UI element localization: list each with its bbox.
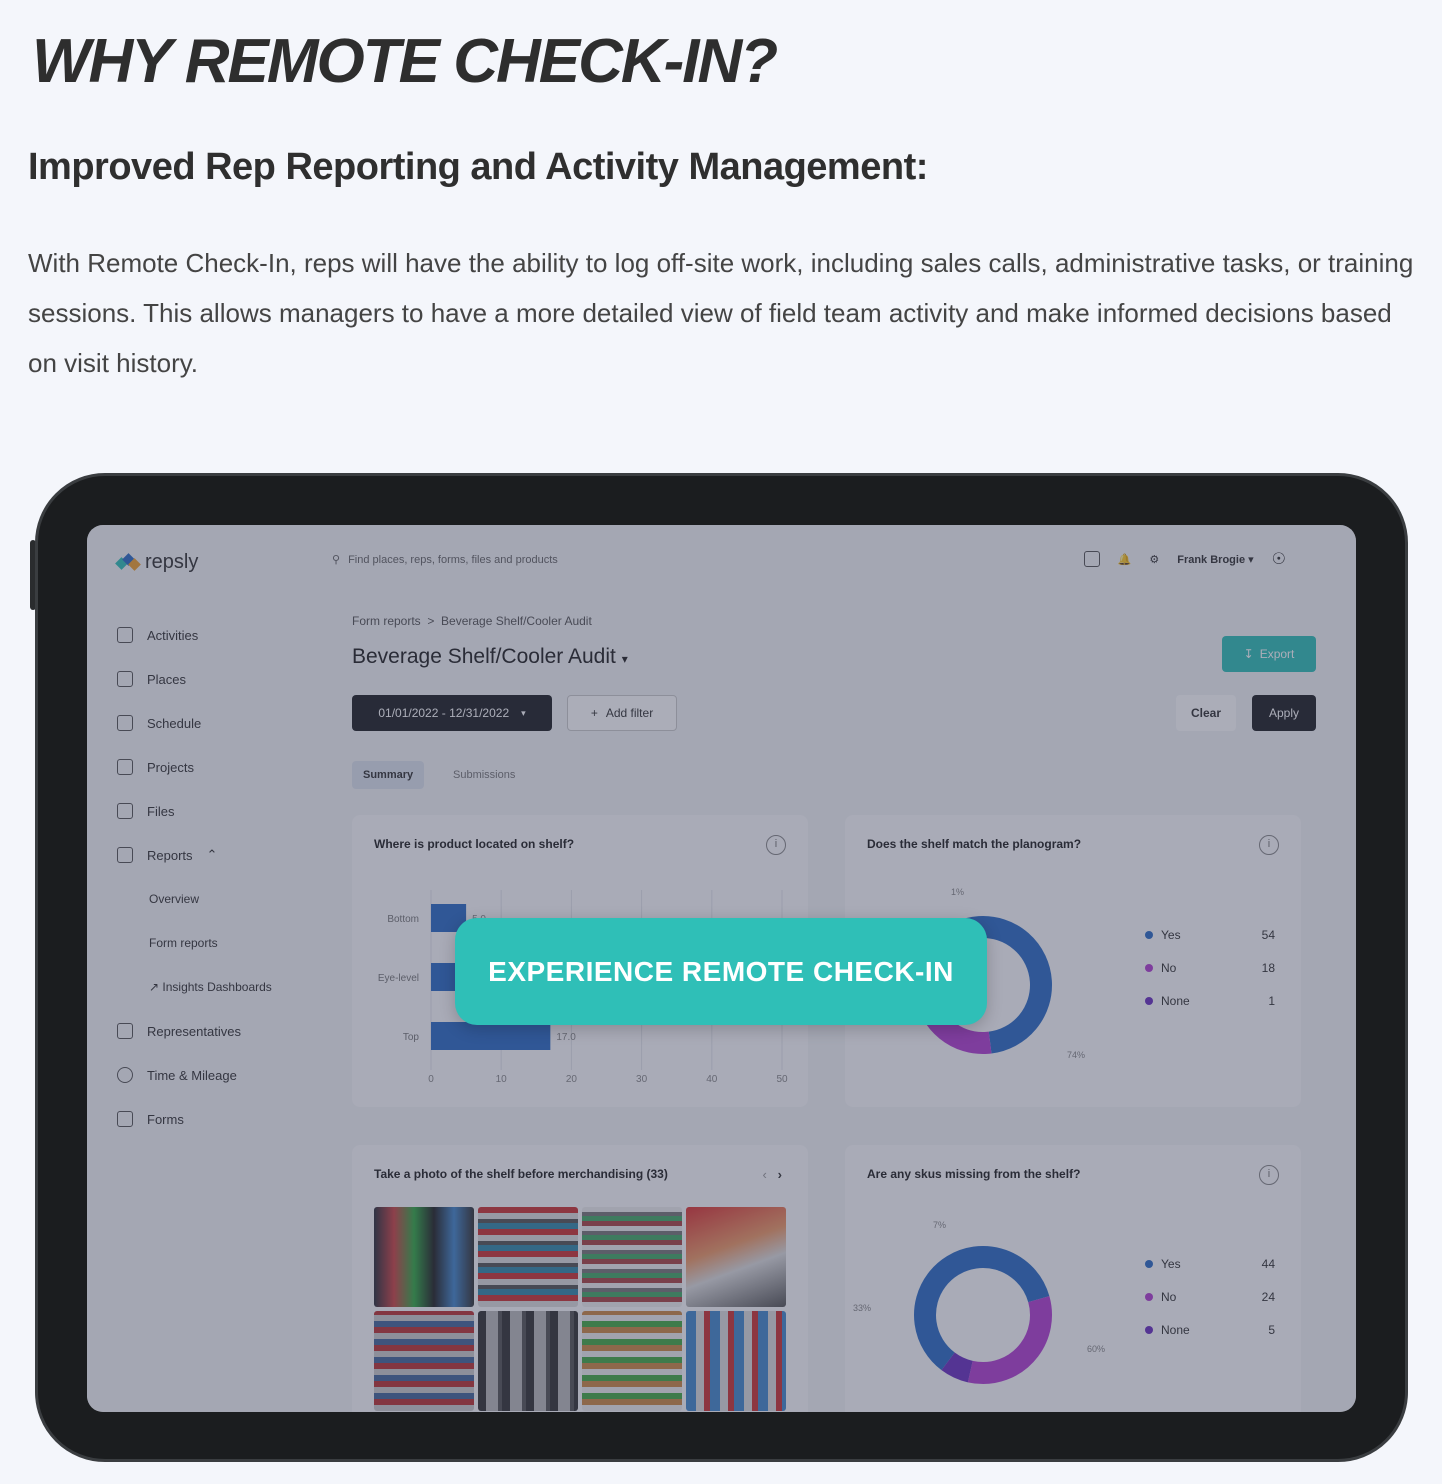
experience-remote-check-in-button[interactable]: EXPERIENCE REMOTE CHECK-IN: [455, 918, 987, 1025]
description-paragraph: With Remote Check-In, reps will have the…: [28, 248, 1414, 378]
section-heading: Improved Rep Reporting and Activity Mana…: [28, 146, 928, 188]
page-heading: WHY REMOTE CHECK-IN?: [32, 27, 778, 96]
